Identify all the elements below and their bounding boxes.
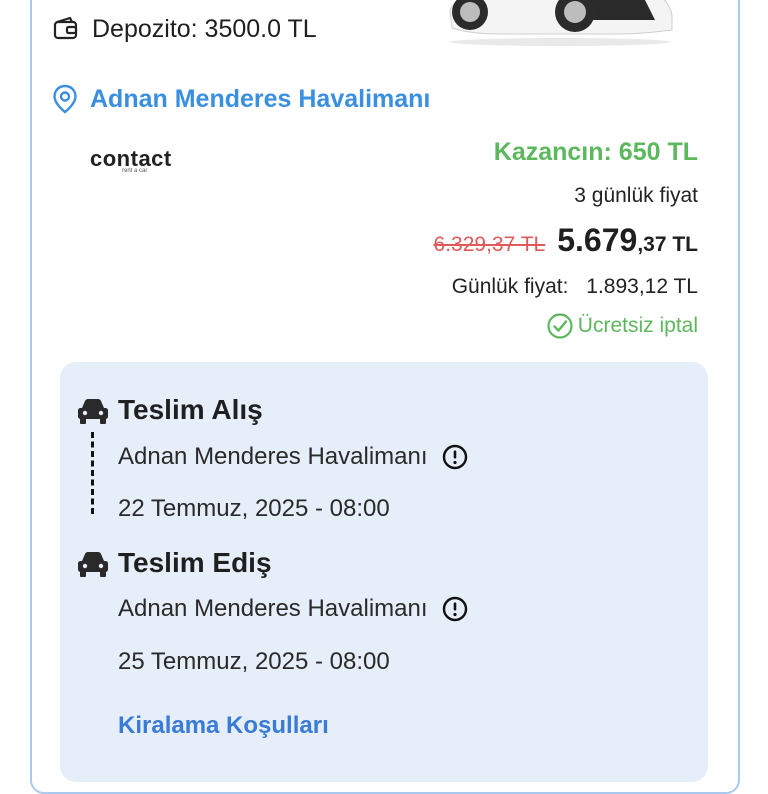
car-icon	[78, 399, 108, 424]
timeline-connector	[91, 432, 98, 514]
daily-price-label: Günlük fiyat:	[451, 275, 569, 298]
pickup-location: Adnan Menderes Havalimanı	[118, 443, 428, 470]
info-icon[interactable]	[442, 444, 468, 470]
location-row[interactable]: Adnan Menderes Havalimanı	[52, 82, 430, 116]
pickup-title: Teslim Alış	[118, 394, 263, 425]
pickup-datetime: 22 Temmuz, 2025 - 08:00	[118, 495, 390, 522]
free-cancel-text: Ücretsiz iptal	[577, 314, 698, 337]
dropoff-location: Adnan Menderes Havalimanı	[118, 595, 428, 622]
check-circle-icon	[547, 313, 573, 339]
rental-terms-link[interactable]: Kiralama Koşulları	[118, 712, 329, 740]
old-price: 6.329,37 TL	[433, 233, 546, 256]
dropoff-datetime: 25 Temmuz, 2025 - 08:00	[118, 648, 390, 675]
vendor-logo-subtext: rent a car	[122, 168, 148, 174]
price-row: 6.329,37 TL 5.679 ,37 TL	[434, 222, 698, 259]
wallet-icon	[53, 16, 78, 40]
dropoff-location-row: Adnan Menderes Havalimanı	[118, 595, 468, 623]
location-pin-icon	[53, 84, 77, 114]
price-period-label: 3 günlük fiyat	[574, 184, 698, 207]
location-link[interactable]: Adnan Menderes Havalimanı	[90, 85, 430, 114]
vendor-logo: contact rent a car	[90, 146, 172, 174]
new-price-decimals: ,37 TL	[637, 233, 698, 256]
daily-price-row: Günlük fiyat: 1.893,12 TL	[452, 275, 698, 299]
dropoff-title: Teslim Ediş	[118, 547, 272, 578]
new-price-main: 5.679	[557, 222, 638, 258]
info-icon[interactable]	[442, 596, 468, 622]
savings-amount: Kazancın: 650 TL	[493, 138, 698, 166]
pickup-location-row: Adnan Menderes Havalimanı	[118, 443, 468, 471]
daily-price-value: 1.893,12 TL	[586, 275, 698, 298]
deposit-row: Depozito: 3500.0 TL	[52, 12, 317, 46]
car-image	[449, 0, 673, 46]
free-cancel-row: Ücretsiz iptal	[546, 312, 698, 340]
car-icon	[78, 552, 108, 577]
deposit-text: Depozito: 3500.0 TL	[92, 14, 317, 43]
